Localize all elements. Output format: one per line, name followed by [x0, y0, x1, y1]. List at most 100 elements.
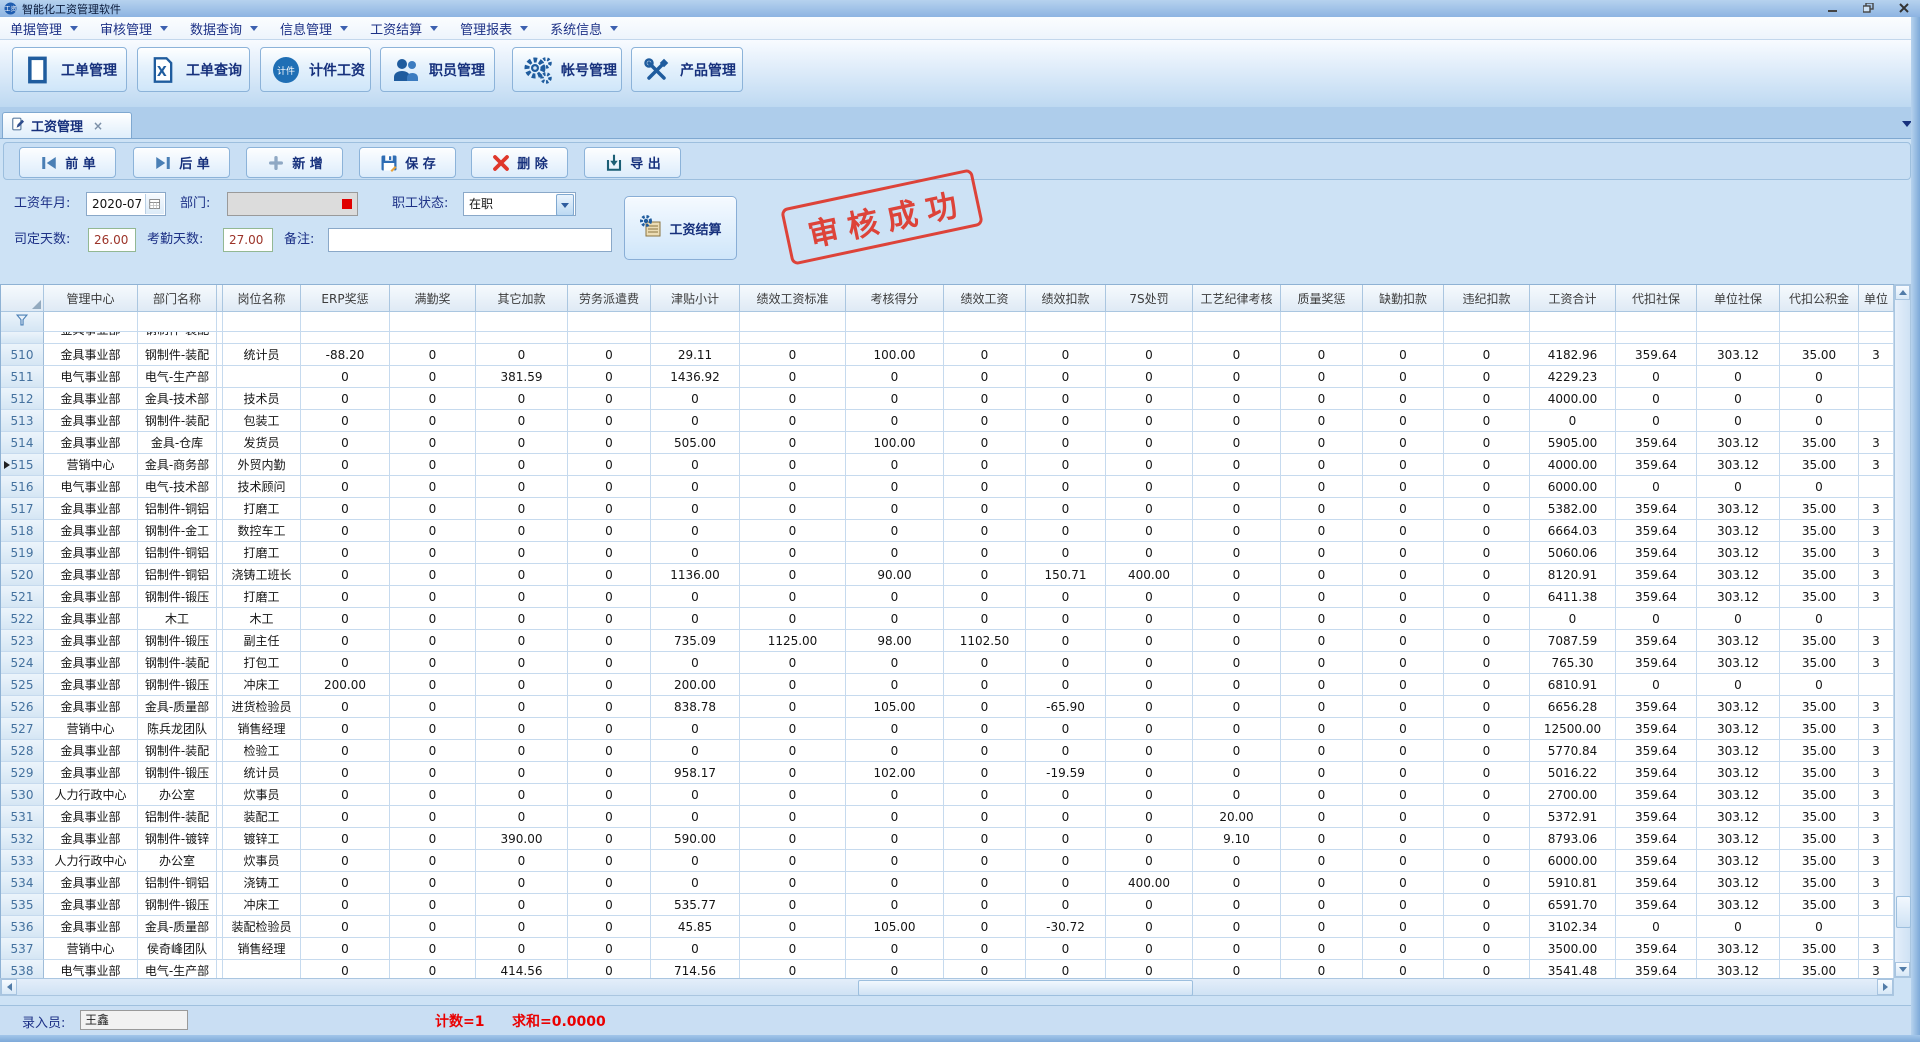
table-cell[interactable]: 0 [651, 388, 740, 410]
table-cell[interactable]: 0 [740, 652, 846, 674]
table-cell[interactable]: 0 [740, 564, 846, 586]
table-cell[interactable]: 打磨工 [223, 586, 301, 608]
table-cell[interactable] [944, 332, 1026, 344]
导出-button[interactable]: 导 出 [584, 147, 681, 178]
table-cell[interactable] [1859, 608, 1894, 630]
table-cell[interactable]: 0 [390, 366, 476, 388]
table-cell[interactable]: 0 [390, 432, 476, 454]
table-cell[interactable]: 钢制件-装配 [138, 410, 217, 432]
table-cell[interactable]: 电气事业部 [44, 476, 138, 498]
table-cell[interactable]: 0 [1363, 432, 1444, 454]
row-number-cell[interactable]: 523 [1, 630, 44, 652]
table-cell[interactable]: 0 [1697, 410, 1780, 432]
table-cell[interactable]: 0 [1106, 454, 1193, 476]
table-cell[interactable]: 0 [390, 608, 476, 630]
table-cell[interactable]: 35.00 [1780, 762, 1859, 784]
table-cell[interactable]: 0 [301, 806, 390, 828]
table-cell[interactable]: 金具-仓库 [138, 432, 217, 454]
table-cell[interactable]: 金具事业部 [44, 894, 138, 916]
table-cell[interactable]: 3 [1859, 762, 1894, 784]
table-cell[interactable]: 0 [1106, 542, 1193, 564]
table-cell[interactable]: 0 [1026, 674, 1106, 696]
table-cell[interactable]: 0 [476, 806, 568, 828]
table-cell[interactable]: 0 [476, 762, 568, 784]
table-cell[interactable]: 打包工 [223, 652, 301, 674]
calendar-icon[interactable] [145, 194, 164, 214]
table-cell[interactable]: 0 [1444, 674, 1530, 696]
row-number-cell[interactable]: 530 [1, 784, 44, 806]
table-cell[interactable]: 0 [1106, 718, 1193, 740]
table-cell[interactable]: 0 [1444, 828, 1530, 850]
table-cell[interactable]: 0 [846, 784, 944, 806]
table-cell[interactable]: 电气-生产部 [138, 366, 217, 388]
table-cell[interactable]: 150.71 [1026, 564, 1106, 586]
table-cell[interactable]: 0 [476, 586, 568, 608]
table-cell[interactable]: 359.64 [1616, 894, 1697, 916]
table-cell[interactable]: 0 [1106, 630, 1193, 652]
scroll-up-icon[interactable] [1895, 285, 1910, 300]
table-cell[interactable]: 0 [1530, 410, 1616, 432]
table-cell[interactable]: 金具事业部 [44, 762, 138, 784]
table-cell[interactable]: 0 [1106, 828, 1193, 850]
row-number-cell[interactable]: 522 [1, 608, 44, 630]
table-cell[interactable]: 0 [651, 498, 740, 520]
table-cell[interactable]: 35.00 [1780, 542, 1859, 564]
table-cell[interactable]: 冲床工 [223, 674, 301, 696]
tab-salary-management[interactable]: 工资管理 × [2, 112, 132, 138]
table-cell[interactable]: 35.00 [1780, 344, 1859, 366]
table-cell[interactable]: 359.64 [1616, 630, 1697, 652]
table-cell[interactable]: 35.00 [1780, 432, 1859, 454]
table-cell[interactable] [651, 332, 740, 344]
table-cell[interactable]: 0 [1106, 520, 1193, 542]
table-cell[interactable]: 0 [1106, 674, 1193, 696]
table-cell[interactable]: 0 [301, 542, 390, 564]
row-number-cell[interactable]: 535 [1, 894, 44, 916]
entry-clerk-input[interactable]: 王鑫 [80, 1010, 188, 1030]
table-cell[interactable]: 金具事业部 [44, 564, 138, 586]
table-cell[interactable]: 35.00 [1780, 784, 1859, 806]
table-cell[interactable]: 0 [944, 718, 1026, 740]
table-cell[interactable]: 0 [1281, 674, 1363, 696]
table-cell[interactable]: 0 [390, 388, 476, 410]
table-cell[interactable]: 7087.59 [1530, 630, 1616, 652]
table-cell[interactable]: 105.00 [846, 696, 944, 718]
table-cell[interactable]: 0 [568, 916, 651, 938]
table-cell[interactable]: 营销中心 [44, 938, 138, 960]
table-cell[interactable]: 12500.00 [1530, 718, 1616, 740]
table-cell[interactable]: 0 [568, 410, 651, 432]
table-cell[interactable]: 0 [1444, 652, 1530, 674]
table-cell[interactable]: 0 [1363, 454, 1444, 476]
table-cell[interactable]: 0 [944, 652, 1026, 674]
menu-item-7[interactable]: 系统信息 [550, 19, 618, 38]
table-cell[interactable]: 0 [1106, 696, 1193, 718]
table-cell[interactable]: 0 [740, 894, 846, 916]
table-cell[interactable]: 0 [301, 762, 390, 784]
row-number-cell[interactable]: 533 [1, 850, 44, 872]
table-cell[interactable]: 6000.00 [1530, 476, 1616, 498]
table-cell[interactable]: 0 [1026, 608, 1106, 630]
table-cell[interactable]: 35.00 [1780, 586, 1859, 608]
table-cell[interactable]: 0 [1026, 344, 1106, 366]
table-cell[interactable]: 钢制件-锻压 [138, 586, 217, 608]
table-cell[interactable]: 359.64 [1616, 564, 1697, 586]
table-cell[interactable]: 0 [1106, 432, 1193, 454]
table-cell[interactable]: 金具事业部 [44, 652, 138, 674]
column-header[interactable]: 绩效工资标准 [740, 285, 846, 312]
table-cell[interactable] [1859, 916, 1894, 938]
table-cell[interactable]: 0 [1363, 652, 1444, 674]
table-cell[interactable]: 0 [301, 630, 390, 652]
table-cell[interactable]: 0 [301, 894, 390, 916]
table-cell[interactable] [1193, 332, 1281, 344]
table-cell[interactable]: 0 [1281, 718, 1363, 740]
table-cell[interactable]: 0 [1444, 454, 1530, 476]
table-cell[interactable]: 装配检验员 [223, 916, 301, 938]
table-cell[interactable] [1106, 332, 1193, 344]
table-cell[interactable]: 0 [651, 718, 740, 740]
table-cell[interactable]: 副主任 [223, 630, 301, 652]
table-cell[interactable] [1026, 332, 1106, 344]
table-cell[interactable]: 0 [651, 410, 740, 432]
table-cell[interactable]: 0 [1444, 366, 1530, 388]
table-cell[interactable]: 0 [568, 630, 651, 652]
table-cell[interactable]: 0 [1281, 806, 1363, 828]
table-cell[interactable]: 0 [1281, 652, 1363, 674]
